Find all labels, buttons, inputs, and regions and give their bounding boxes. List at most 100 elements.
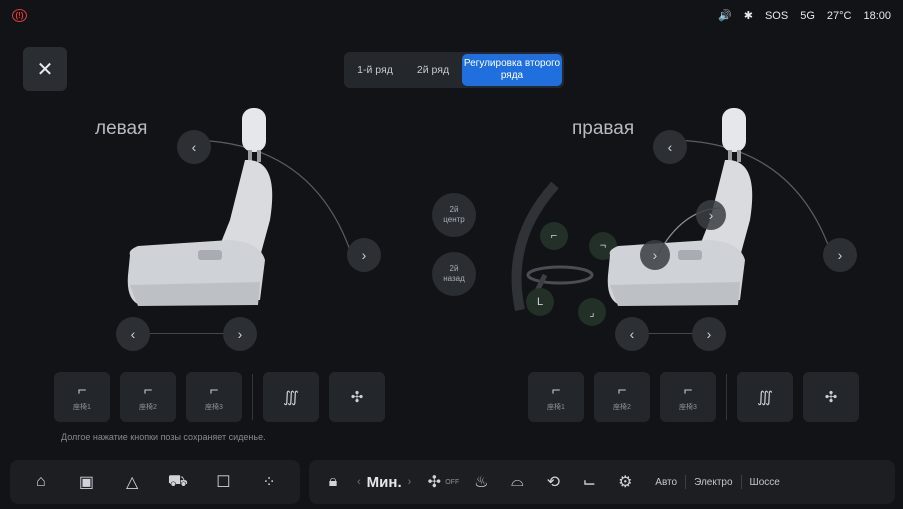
right-memory-2-button[interactable]: ⌐ 座椅2	[594, 372, 650, 422]
left-memory-row: ⌐ 座椅1 ⌐ 座椅2 ⌐ 座椅3 ∭ ✣	[54, 372, 385, 422]
left-seat-heat-button[interactable]: ∭	[263, 372, 319, 422]
divider	[726, 374, 727, 420]
tab-first-row[interactable]: 1-й ряд	[346, 54, 404, 86]
center-btn-line1: 2й	[449, 205, 459, 214]
seat-icon: ⌐	[77, 382, 87, 399]
steering-up-left-button[interactable]: ⌐	[540, 222, 568, 250]
dock-left: ⌂ ▣ △ ⛟ ☐ ⁘	[10, 460, 300, 504]
chevron-left-icon: ‹	[629, 326, 635, 342]
memory-label: 座椅3	[679, 404, 697, 411]
chevron-right-icon: ›	[706, 326, 712, 342]
chevron-left-icon: ‹	[667, 139, 673, 155]
phone-icon[interactable]: ☐	[209, 472, 237, 492]
bluetooth-icon[interactable]: ✱	[744, 9, 753, 22]
seat-icon: ⌐	[209, 382, 219, 399]
left-seat-vent-button[interactable]: ✣	[329, 372, 385, 422]
divider	[252, 374, 253, 420]
defrost-front-icon[interactable]: ⌓	[503, 473, 531, 491]
corner-icon: ⌐	[550, 230, 558, 242]
right-memory-3-button[interactable]: ⌐ 座椅3	[660, 372, 716, 422]
lock-icon[interactable]: 🔒︎	[319, 473, 347, 491]
temperature-value: Мин.	[366, 473, 402, 491]
status-bar: (!) 🔊 ✱ SOS 5G 27°C 18:00	[0, 0, 903, 30]
home-icon[interactable]: ⌂	[27, 473, 55, 491]
clock: 18:00	[863, 9, 891, 22]
right-backrest-tilt-button[interactable]: ›	[696, 200, 726, 230]
second-row-center-button[interactable]: 2й центр	[432, 193, 476, 237]
right-memory-row: ⌐ 座椅1 ⌐ 座椅2 ⌐ 座椅3 ∭ ✣	[528, 372, 859, 422]
mode-highway-button[interactable]: Шоссе	[742, 477, 788, 488]
memory-label: 座椅2	[139, 404, 157, 411]
seat-heat-icon: ∭	[757, 389, 773, 406]
right-cushion-tilt-button[interactable]: ›	[640, 240, 670, 270]
right-recline-button[interactable]: ›	[823, 238, 857, 272]
right-seat-forward-button[interactable]: ‹	[615, 317, 649, 351]
temp-up-icon[interactable]: ›	[408, 476, 412, 488]
seat-icon: ⌐	[551, 382, 561, 399]
mode-electric-button[interactable]: Электро	[686, 477, 740, 488]
network-label: 5G	[800, 9, 815, 22]
chevron-right-icon: ›	[708, 207, 714, 223]
seat-ventilation-icon[interactable]: ⌙	[575, 472, 603, 492]
fan-icon: ✣	[427, 474, 441, 491]
left-seat-illustration	[127, 108, 351, 306]
center-btn-line2: центр	[443, 215, 465, 224]
dock-right: 🔒︎ ‹ Мин. › ✣ OFF ♨ ⌓ ⟲ ⌙ ⚙ Авто Электро…	[309, 460, 895, 504]
temp-down-icon[interactable]: ‹	[357, 476, 361, 488]
chevron-down-icon: ›	[652, 247, 658, 263]
car-icon[interactable]: ⛟	[164, 472, 192, 492]
volume-icon[interactable]: 🔊	[718, 9, 732, 22]
right-seat-heat-button[interactable]: ∭	[737, 372, 793, 422]
fan-control[interactable]: ✣ OFF	[425, 472, 460, 492]
sos-label[interactable]: SOS	[765, 10, 788, 22]
left-seat-back-button[interactable]: ›	[223, 317, 257, 351]
seat-heat-icon: ∭	[283, 389, 299, 406]
apps-icon[interactable]: ⁘	[255, 472, 283, 492]
right-seat-back-button[interactable]: ›	[692, 317, 726, 351]
left-recline-button[interactable]: ›	[347, 238, 381, 272]
left-seat-forward-button[interactable]: ‹	[116, 317, 150, 351]
left-memory-3-button[interactable]: ⌐ 座椅3	[186, 372, 242, 422]
seat-icon: ⌐	[143, 382, 153, 399]
seat-icon: ⌐	[683, 382, 693, 399]
massage-icon[interactable]: ⚙	[611, 472, 639, 492]
corner-icon: L	[536, 296, 544, 308]
navigation-icon[interactable]: △	[118, 472, 146, 492]
fan-off-label: OFF	[445, 478, 460, 486]
tab-second-row[interactable]: 2й ряд	[404, 54, 462, 86]
steering-down-left-button[interactable]: L	[526, 288, 554, 316]
right-seat-vent-button[interactable]: ✣	[803, 372, 859, 422]
left-memory-2-button[interactable]: ⌐ 座椅2	[120, 372, 176, 422]
memory-hint: Долгое нажатие кнопки позы сохраняет сид…	[61, 432, 266, 442]
seat-icon: ⌐	[617, 382, 627, 399]
chevron-left-icon: ‹	[130, 326, 136, 342]
climate-temperature: ‹ Мин. ›	[357, 474, 411, 491]
second-row-back-button[interactable]: 2й назад	[432, 252, 476, 296]
back-btn-line2: назад	[443, 274, 465, 283]
fan-icon: ✣	[350, 389, 364, 406]
chevron-right-icon: ›	[237, 326, 243, 342]
back-btn-line1: 2й	[449, 264, 459, 273]
alert-icon[interactable]: (!)	[12, 9, 27, 22]
left-memory-1-button[interactable]: ⌐ 座椅1	[54, 372, 110, 422]
left-headrest-button[interactable]: ‹	[177, 130, 211, 164]
mode-auto-button[interactable]: Авто	[647, 477, 685, 488]
outside-temperature: 27°C	[826, 9, 852, 22]
memory-label: 座椅1	[547, 404, 565, 411]
tab-second-row-adjust[interactable]: Регулировка второго ряда	[462, 54, 562, 86]
steering-heat-icon[interactable]: ⟲	[539, 472, 567, 492]
close-button[interactable]: ✕	[23, 47, 67, 91]
memory-label: 座椅1	[73, 404, 91, 411]
right-slide-track	[649, 333, 693, 334]
row-tabs: 1-й ряд 2й ряд Регулировка второго ряда	[344, 52, 564, 88]
chevron-left-icon: ‹	[191, 139, 197, 155]
memory-label: 座椅2	[613, 404, 631, 411]
seat-heat-icon[interactable]: ♨	[467, 472, 495, 492]
media-icon[interactable]: ▣	[72, 472, 100, 492]
status-indicators: 🔊 ✱ SOS 5G 27°C 18:00	[718, 9, 891, 23]
memory-label: 座椅3	[205, 404, 223, 411]
fan-icon: ✣	[824, 389, 838, 406]
right-headrest-button[interactable]: ‹	[653, 130, 687, 164]
right-memory-1-button[interactable]: ⌐ 座椅1	[528, 372, 584, 422]
chevron-down-icon: ›	[837, 247, 843, 263]
